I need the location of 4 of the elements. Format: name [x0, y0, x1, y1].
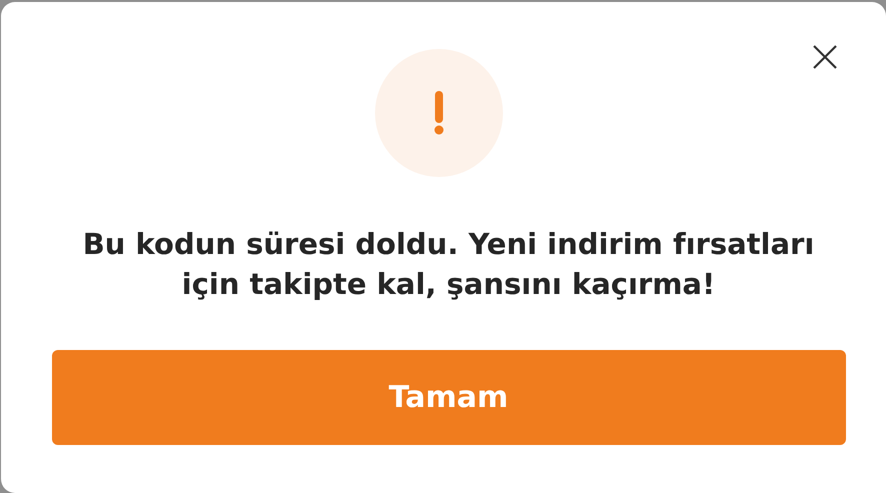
close-icon	[813, 45, 837, 69]
message-text: Bu kodun süresi doldu. Yeni indirim fırsatları için takipte kal, şansını kaçırma!	[82, 226, 816, 303]
exclamation-icon	[432, 91, 444, 135]
ok-button[interactable]: Tamam	[52, 350, 846, 445]
